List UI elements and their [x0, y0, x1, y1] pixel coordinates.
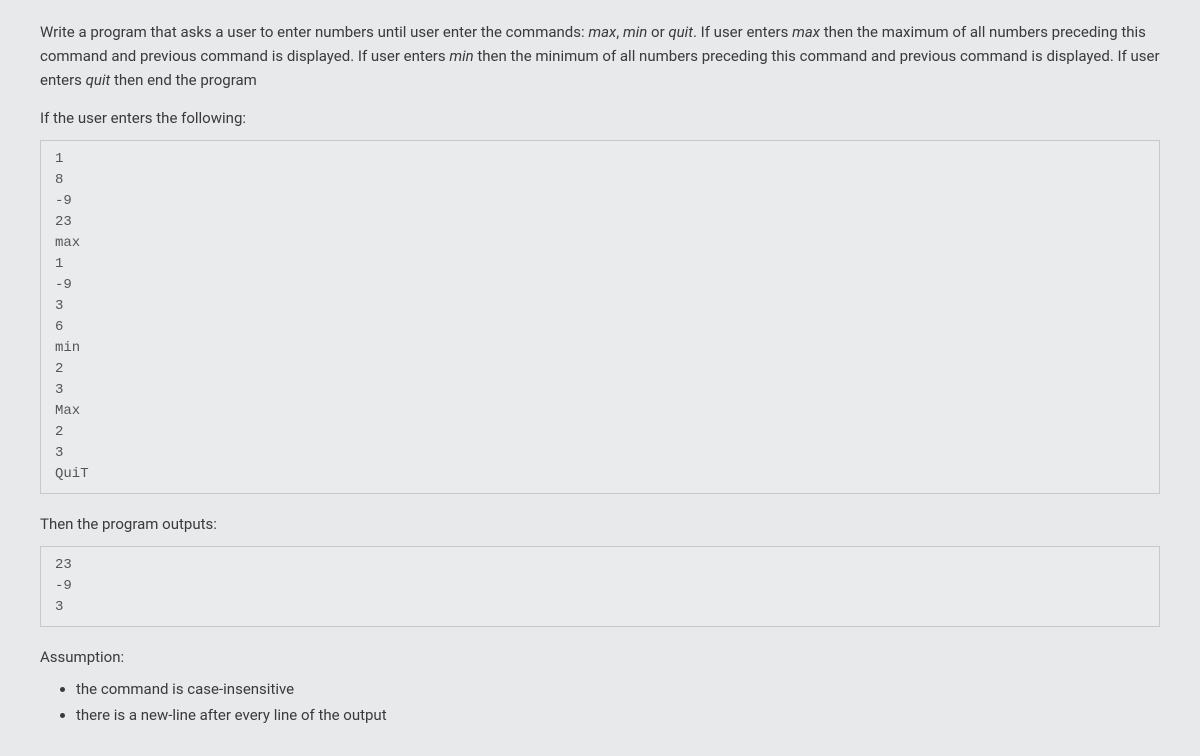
- assumption-heading: Assumption:: [40, 645, 1160, 669]
- cmd-min: min: [623, 23, 647, 41]
- desc-sep: or: [647, 23, 668, 41]
- input-heading: If the user enters the following:: [40, 106, 1160, 130]
- output-heading: Then the program outputs:: [40, 512, 1160, 536]
- assumption-list: the command is case-insensitive there is…: [40, 677, 1160, 727]
- desc-part: . If user enters: [693, 23, 792, 41]
- cmd-quit: quit: [668, 23, 693, 41]
- assumption-item: there is a new-line after every line of …: [76, 703, 1160, 727]
- assumption-item: the command is case-insensitive: [76, 677, 1160, 701]
- cmd-max: max: [588, 23, 616, 41]
- input-code-block: 1 8 -9 23 max 1 -9 3 6 min 2 3 Max 2 3 Q…: [40, 140, 1160, 494]
- cmd-max: max: [792, 23, 820, 41]
- cmd-min: min: [449, 47, 473, 65]
- desc-part: then end the program: [110, 71, 257, 89]
- desc-part: Write a program that asks a user to ente…: [40, 23, 588, 41]
- problem-description: Write a program that asks a user to ente…: [40, 20, 1160, 92]
- cmd-quit: quit: [86, 71, 111, 89]
- desc-sep: ,: [616, 23, 623, 41]
- output-code-block: 23 -9 3: [40, 546, 1160, 627]
